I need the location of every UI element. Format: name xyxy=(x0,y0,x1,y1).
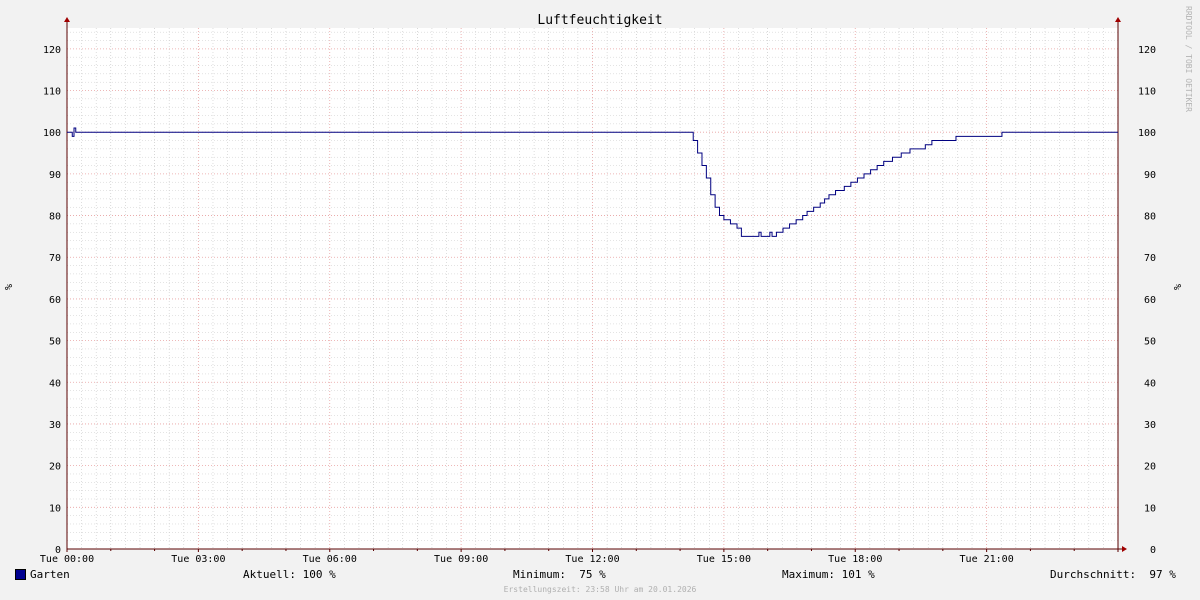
y-tick-labels-right: 0 10 20 30 40 50 60 70 80 90 100 110 120 xyxy=(1138,45,1156,556)
y-axis-arrow-left xyxy=(64,17,70,22)
y-tick-label-right: 120 xyxy=(1138,45,1156,56)
y-tick-label-right: 70 xyxy=(1144,253,1156,264)
stat-minimum: Minimum: 75 % xyxy=(513,568,606,581)
y-tick-label-left: 90 xyxy=(49,170,61,181)
x-tick-label: Tue 21:00 xyxy=(960,554,1014,565)
y-tick-label-left: 50 xyxy=(49,337,61,348)
humidity-line-chart: 0 10 20 30 40 50 60 70 80 90 100 110 120 0 10 20 30 40 50… xyxy=(4,13,1184,565)
graph-window: 0 10 20 30 40 50 60 70 80 90 100 110 120 0 10 20 30 40 50… xyxy=(0,0,1200,600)
x-tick-label: Tue 15:00 xyxy=(697,554,751,565)
chart-title: Luftfeuchtigkeit xyxy=(537,13,662,28)
stat-average: Durchschnitt: 97 % xyxy=(1050,568,1176,581)
x-tick-label: Tue 12:00 xyxy=(565,554,619,565)
y-tick-label-right: 80 xyxy=(1144,212,1156,223)
y-tick-label-right: 0 xyxy=(1150,545,1156,556)
y-tick-label-left: 10 xyxy=(49,503,61,514)
x-tick-label: Tue 06:00 xyxy=(303,554,357,565)
y-tick-label-right: 30 xyxy=(1144,420,1156,431)
y-tick-label-left: 40 xyxy=(49,378,61,389)
y-tick-label-right: 90 xyxy=(1144,170,1156,181)
y-axis-label-left: % xyxy=(4,284,15,290)
y-tick-label-left: 60 xyxy=(49,295,61,306)
creation-timestamp: Erstellungszeit: 23:58 Uhr am 20.01.2026 xyxy=(503,585,697,594)
stat-maximum: Maximum: 101 % xyxy=(782,568,875,581)
y-tick-label-right: 110 xyxy=(1138,87,1156,98)
legend-label-garten: Garten xyxy=(30,568,70,581)
y-tick-label-right: 10 xyxy=(1144,503,1156,514)
legend: Garten Aktuell: 100 % Minimum: 75 % Maxi… xyxy=(0,568,1200,584)
y-tick-label-right: 40 xyxy=(1144,378,1156,389)
y-tick-label-left: 80 xyxy=(49,212,61,223)
y-tick-label-left: 120 xyxy=(43,45,61,56)
y-tick-label-right: 50 xyxy=(1144,337,1156,348)
x-axis-arrow xyxy=(1122,546,1127,552)
y-tick-label-left: 30 xyxy=(49,420,61,431)
x-tick-label: Tue 00:00 xyxy=(40,554,94,565)
legend-swatch-garten xyxy=(15,569,26,580)
y-axis-arrow-right xyxy=(1115,17,1121,22)
y-tick-label-right: 20 xyxy=(1144,462,1156,473)
y-tick-label-right: 100 xyxy=(1138,128,1156,139)
x-tick-labels: Tue 00:00 Tue 03:00 Tue 06:00 Tue 09:00 Tue … xyxy=(40,554,1014,565)
y-tick-label-left: 70 xyxy=(49,253,61,264)
x-tick-label: Tue 03:00 xyxy=(171,554,225,565)
y-axis-label-right: % xyxy=(1173,284,1184,290)
y-tick-label-right: 60 xyxy=(1144,295,1156,306)
x-tick-label: Tue 18:00 xyxy=(828,554,882,565)
x-tick-label: Tue 09:00 xyxy=(434,554,488,565)
y-tick-labels-left: 0102030405060708090100110120 xyxy=(43,45,61,556)
y-tick-label-left: 110 xyxy=(43,87,61,98)
y-tick-label-left: 20 xyxy=(49,462,61,473)
rrdtool-watermark: RRDTOOL / TOBI OETIKER xyxy=(1184,6,1193,112)
y-tick-label-left: 100 xyxy=(43,128,61,139)
stat-current: Aktuell: 100 % xyxy=(243,568,336,581)
